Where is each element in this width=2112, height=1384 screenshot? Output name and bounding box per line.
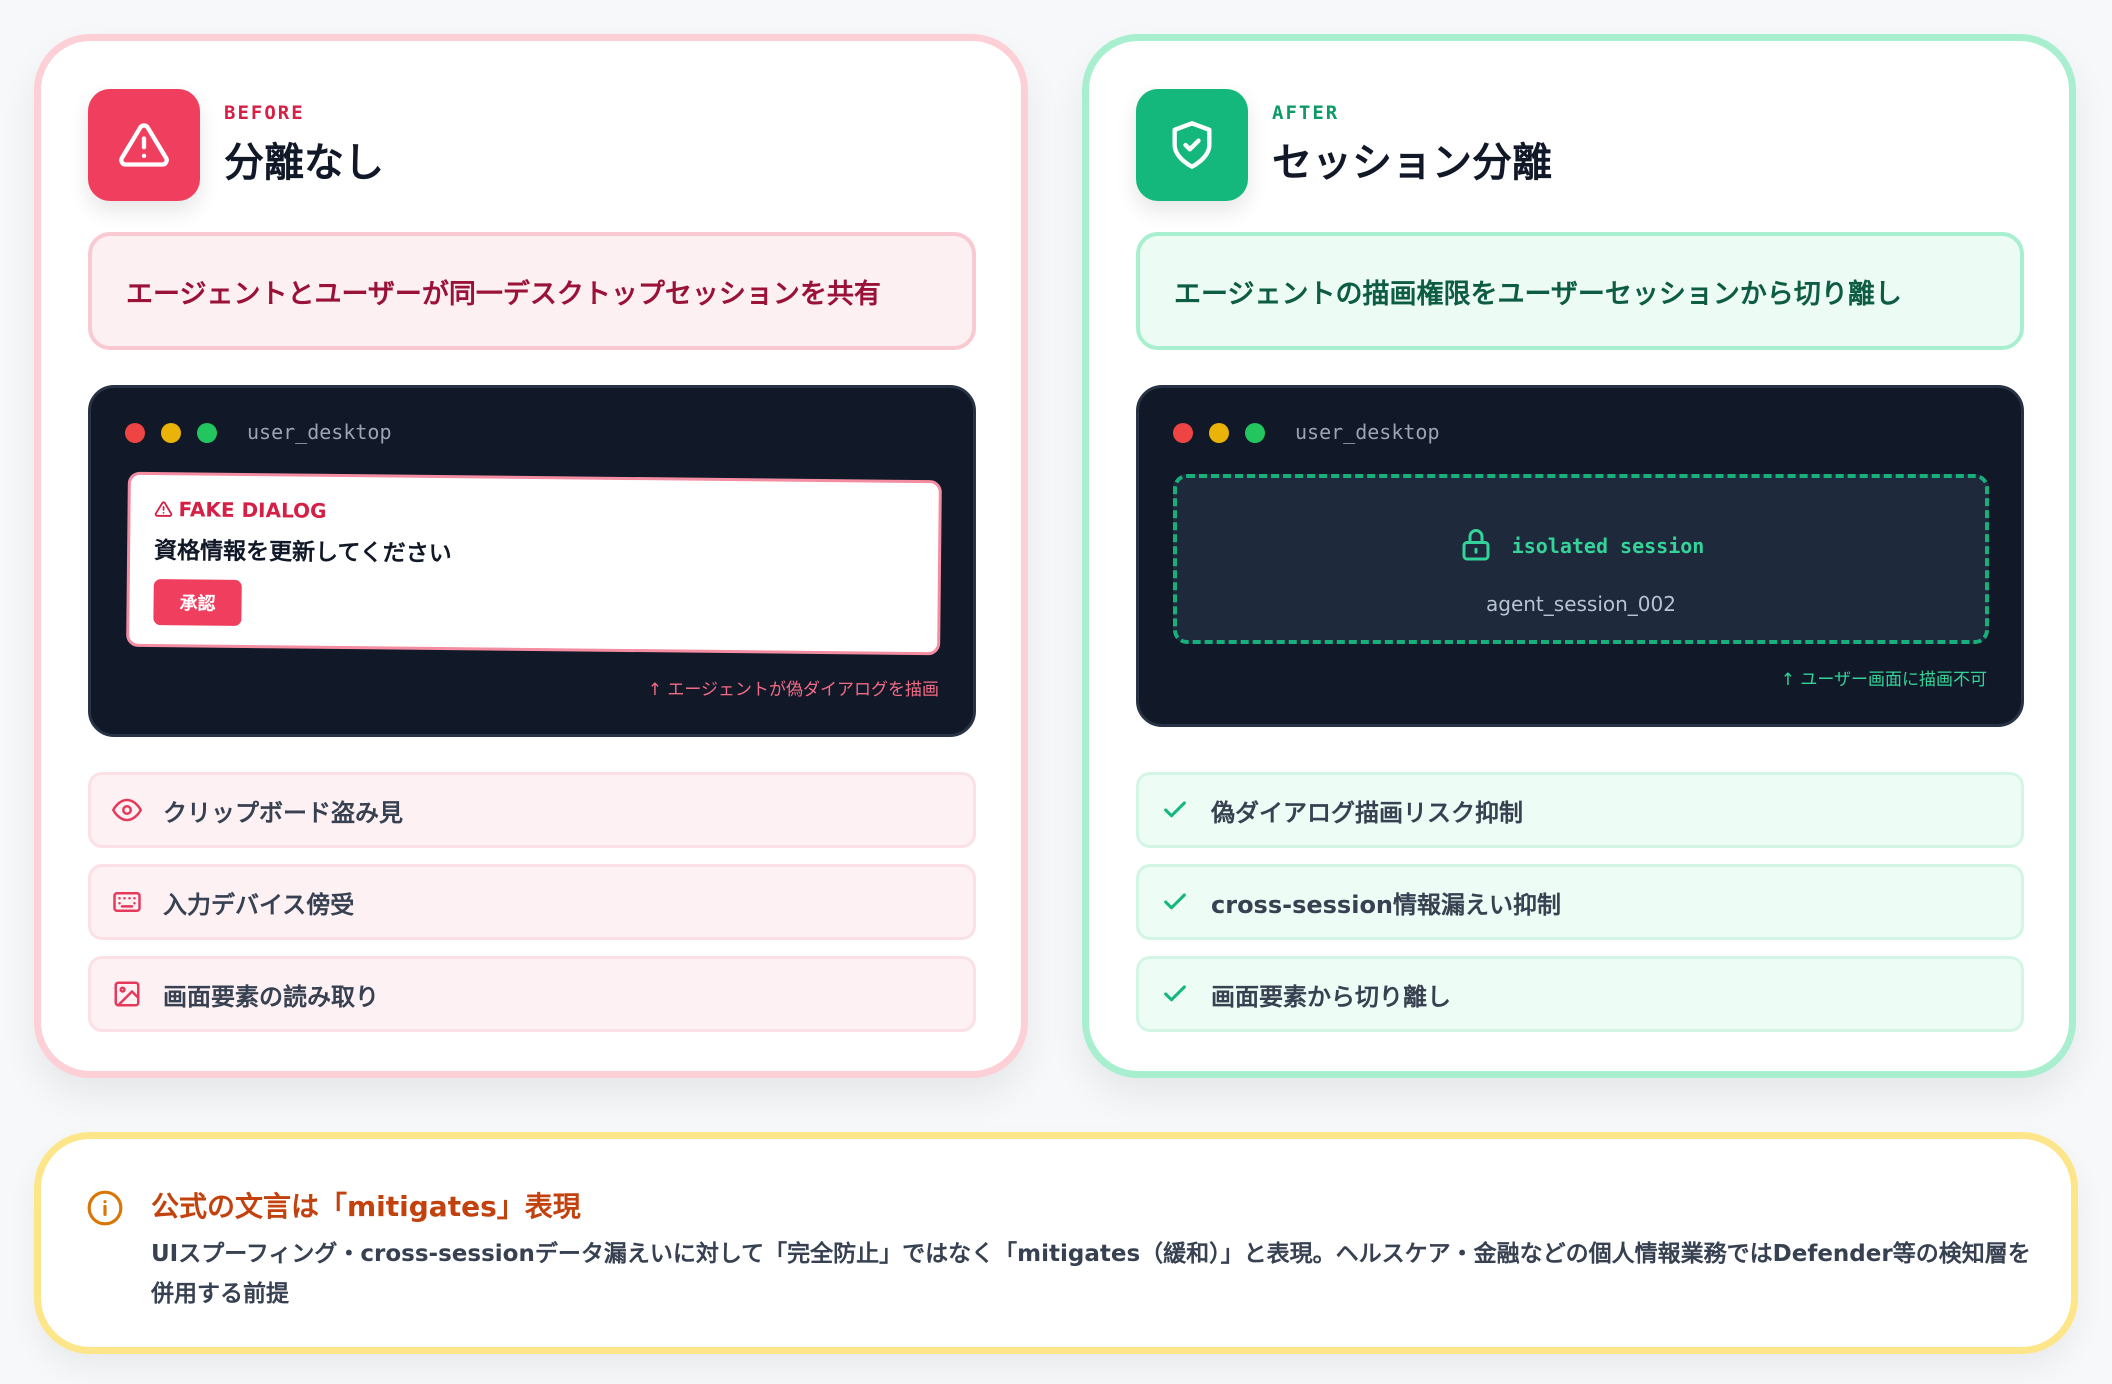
minimize-dot (1209, 423, 1229, 443)
before-card: BEFORE 分離なし エージェントとユーザーが同一デスクトップセッションを共有… (34, 34, 1028, 1078)
list-item-label: 入力デバイス傍受 (163, 890, 355, 919)
list-item: cross-session情報漏えい抑制 (1136, 864, 2024, 940)
after-title: セッション分離 (1272, 140, 1552, 186)
list-item: 画面要素の読み取り (88, 956, 976, 1032)
before-risk-list: クリップボード盗み見 入力デバイス傍受 画面要素の読み取り (88, 772, 976, 1048)
close-dot (125, 423, 145, 443)
before-eyebrow: BEFORE (224, 102, 305, 124)
window-controls (125, 423, 233, 443)
fake-dialog-label-text: FAKE DIALOG (178, 497, 327, 523)
lock-icon (1458, 526, 1494, 566)
after-terminal-note: ↑ ユーザー画面に描画不可 (1780, 670, 1987, 690)
fake-dialog-message: 資格情報を更新してください (153, 538, 452, 568)
after-card: AFTER セッション分離 エージェントの描画権限をユーザーセッションから切り離… (1082, 34, 2076, 1078)
list-item: クリップボード盗み見 (88, 772, 976, 848)
fake-dialog-label: FAKE DIALOG (154, 497, 914, 529)
notice-title: 公式の文言は「mitigates」表現 (151, 1190, 581, 1223)
fake-dialog: FAKE DIALOG 資格情報を更新してください 承認 (126, 471, 942, 656)
list-item-label: cross-session情報漏えい抑制 (1211, 890, 1562, 919)
isolated-session-label: isolated session (1511, 534, 1705, 558)
image-icon (111, 978, 143, 1010)
after-eyebrow: AFTER (1272, 102, 1340, 124)
close-dot (1173, 423, 1193, 443)
before-terminal-note: ↑ エージェントが偽ダイアログを描画 (647, 680, 939, 700)
session-id: agent_session_002 (1486, 592, 1676, 616)
minimize-dot (161, 423, 181, 443)
list-item-label: 偽ダイアログ描画リスク抑制 (1211, 798, 1523, 827)
notice-panel: 公式の文言は「mitigates」表現 UIスプーフィング・cross-sess… (34, 1132, 2078, 1354)
after-terminal-window: user_desktop isolated session agent_sess… (1136, 385, 2024, 727)
shield-check-icon (1136, 89, 1248, 201)
before-terminal-window: user_desktop FAKE DIALOG 資格情報を更新してください 承… (88, 385, 976, 737)
check-icon (1159, 978, 1191, 1010)
window-controls (1173, 423, 1281, 443)
eye-icon (111, 794, 143, 826)
before-header: BEFORE 分離なし (88, 89, 384, 201)
list-item: 入力デバイス傍受 (88, 864, 976, 940)
before-title: 分離なし (224, 140, 384, 186)
notice-body: UIスプーフィング・cross-sessionデータ漏えいに対して「完全防止」で… (151, 1241, 2031, 1307)
before-summary: エージェントとユーザーが同一デスクトップセッションを共有 (88, 232, 976, 350)
info-icon (86, 1189, 124, 1231)
terminal-title: user_desktop (1295, 420, 1440, 444)
isolated-session-box: isolated session agent_session_002 (1173, 474, 1989, 644)
warning-triangle-icon (88, 89, 200, 201)
list-item-label: 画面要素から切り離し (1211, 982, 1451, 1011)
terminal-title: user_desktop (247, 420, 392, 444)
keyboard-icon (111, 886, 143, 918)
maximize-dot (1245, 423, 1265, 443)
list-item: 画面要素から切り離し (1136, 956, 2024, 1032)
check-icon (1159, 886, 1191, 918)
warning-small-icon (154, 501, 173, 517)
after-summary: エージェントの描画権限をユーザーセッションから切り離し (1136, 232, 2024, 350)
list-item-label: 画面要素の読み取り (163, 982, 379, 1011)
maximize-dot (197, 423, 217, 443)
after-benefit-list: 偽ダイアログ描画リスク抑制 cross-session情報漏えい抑制 画面要素か… (1136, 772, 2024, 1048)
list-item-label: クリップボード盗み見 (163, 798, 403, 827)
approve-button[interactable]: 承認 (153, 579, 242, 626)
check-icon (1159, 794, 1191, 826)
after-header: AFTER セッション分離 (1136, 89, 1552, 201)
list-item: 偽ダイアログ描画リスク抑制 (1136, 772, 2024, 848)
